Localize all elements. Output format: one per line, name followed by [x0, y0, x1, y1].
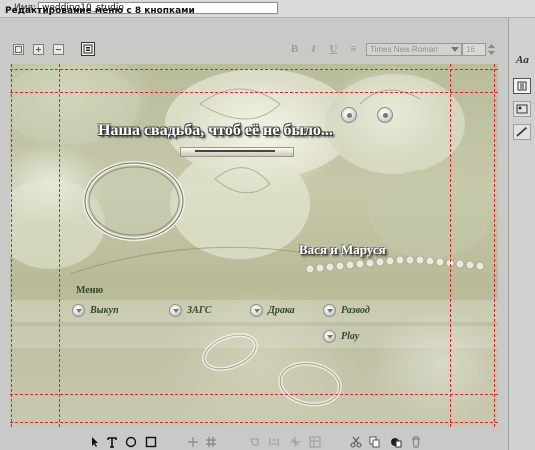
menu-button-label: ЗАГС	[187, 305, 212, 316]
menu-title[interactable]: Наша свадьба, чтоб её не было...	[98, 122, 333, 140]
copy-icon[interactable]	[369, 436, 381, 448]
pointer-icon[interactable]	[89, 436, 101, 448]
progress-strip	[180, 147, 294, 157]
safe-area-guide-bottom	[10, 422, 498, 423]
arrange-icon[interactable]	[289, 436, 301, 448]
photo-frame[interactable]	[82, 160, 186, 242]
italic-button[interactable]: I	[308, 44, 319, 55]
paste-icon[interactable]	[390, 436, 402, 448]
font-select[interactable]: Times New Roman	[366, 43, 462, 56]
chevron-down-icon[interactable]	[451, 47, 459, 52]
underline-button[interactable]: U	[328, 44, 339, 55]
panel-title: Редактирование меню с 8 кнопками	[5, 6, 195, 16]
font-size-input[interactable]: 16	[462, 43, 486, 56]
chevron-down-icon	[72, 304, 85, 317]
trash-icon[interactable]	[410, 436, 422, 448]
cut-icon[interactable]	[350, 436, 362, 448]
frame-icon[interactable]	[13, 44, 24, 55]
chevron-down-icon	[323, 304, 336, 317]
button-layout-icon[interactable]	[513, 78, 531, 94]
table-icon[interactable]	[309, 436, 321, 448]
safe-area-guide-top	[10, 69, 498, 70]
rectangle-tool-icon[interactable]	[145, 436, 157, 448]
menu-button-label: Выкуп	[90, 305, 119, 316]
ellipse-tool-icon[interactable]	[125, 436, 137, 448]
menu-button-label: Развод	[341, 305, 370, 316]
nav-prev-button[interactable]	[341, 107, 357, 123]
title-guide-bottom	[10, 394, 498, 395]
wand-icon[interactable]	[513, 124, 531, 140]
menu-canvas[interactable]: Наша свадьба, чтоб её не было... Вася и …	[10, 64, 498, 427]
menu-button-label: Драка	[268, 305, 295, 316]
distribute-icon[interactable]	[268, 436, 280, 448]
progress-strip-line	[195, 150, 275, 152]
text-tool-icon[interactable]	[106, 436, 118, 448]
chevron-down-icon	[323, 330, 336, 343]
move-icon[interactable]	[187, 436, 199, 448]
bold-button[interactable]: B	[289, 44, 300, 55]
safe-area-guide-left	[11, 64, 12, 427]
grid-icon[interactable]	[205, 436, 217, 448]
minus-icon[interactable]	[53, 44, 64, 55]
background-image	[10, 64, 498, 407]
text-style-icon[interactable]: Aa	[516, 54, 529, 66]
plus-icon[interactable]	[33, 44, 44, 55]
title-guide-right	[450, 64, 451, 427]
text-layer-icon[interactable]	[81, 42, 95, 56]
spinner-icon[interactable]	[487, 43, 496, 56]
title-guide-top	[10, 92, 498, 93]
safe-area-guide-right	[494, 64, 495, 427]
chevron-down-icon	[169, 304, 182, 317]
menu-heading[interactable]: Меню	[76, 285, 103, 296]
nav-next-button[interactable]	[377, 107, 393, 123]
chevron-down-icon	[250, 304, 263, 317]
couple-names[interactable]: Вася и Маруся	[299, 242, 386, 258]
slideshow-icon[interactable]	[513, 101, 531, 117]
align-button[interactable]: ≡	[348, 44, 359, 55]
menu-button-label: Play	[341, 331, 360, 342]
title-guide-left	[59, 64, 60, 427]
align-icon[interactable]	[249, 436, 261, 448]
